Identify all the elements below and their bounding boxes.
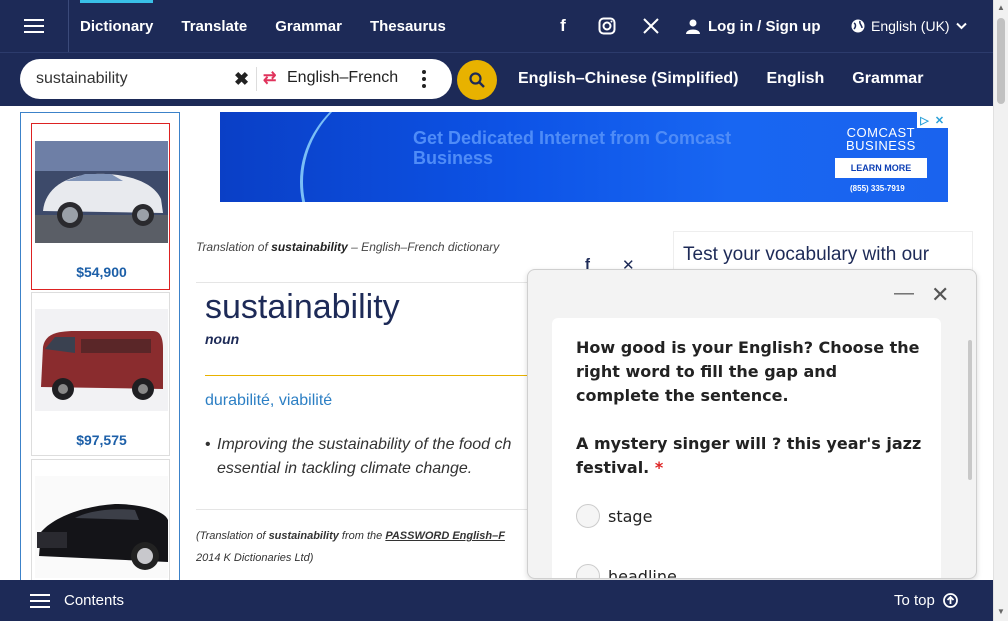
required-mark: * [654, 458, 664, 477]
example-line1: Improving the sustainability of the food… [217, 436, 512, 453]
caption-suffix: – English–French dictionary [347, 240, 500, 254]
nav-grammar[interactable]: Grammar [261, 0, 356, 52]
x-icon[interactable] [636, 11, 666, 41]
translation-caption: Translation of sustainability – English–… [196, 240, 499, 254]
car-price: $97,575 [76, 432, 127, 448]
user-icon [686, 19, 700, 34]
caption-word: sustainability [271, 240, 348, 254]
option-label: stage [608, 506, 653, 526]
language-selector[interactable]: English (UK) [851, 0, 967, 52]
hamburger-icon [30, 593, 50, 608]
learn-more-button[interactable]: LEARN MORE [835, 158, 927, 178]
search-box: ✖ ⇄ English–French [20, 59, 452, 99]
minimize-icon[interactable]: — [894, 282, 914, 305]
contents-label: Contents [64, 592, 125, 609]
nav-thesaurus[interactable]: Thesaurus [356, 0, 460, 52]
source-prefix: (Translation of [196, 530, 269, 542]
contents-button[interactable]: Contents [30, 580, 124, 621]
car-image [35, 309, 168, 411]
banner-phone: (855) 335-7919 [850, 184, 905, 193]
quiz-card: How good is your English? Choose the rig… [552, 318, 941, 579]
translation-link[interactable]: durabilité, viabilité [205, 392, 332, 410]
quiz-option[interactable]: stage [576, 504, 652, 528]
globe-icon [851, 19, 865, 33]
quiz-question-text: A mystery singer will ? this year's jazz… [576, 434, 922, 477]
example-line2: essential in tackling climate change. [217, 460, 473, 477]
radio-button[interactable] [576, 504, 600, 528]
source-attribution: (Translation of sustainability from the … [196, 525, 531, 569]
dictionary-subnav: English–Chinese (Simplified) English Gra… [518, 53, 923, 105]
arrow-up-circle-icon [942, 593, 958, 608]
source-line2: 2014 K Dictionaries Ltd) [196, 552, 314, 564]
bottom-bar: Contents To top [0, 580, 993, 621]
totop-label: To top [894, 592, 935, 609]
adchoices-icon[interactable]: ▷ [917, 112, 932, 128]
car-ad[interactable]: $97,575 [31, 292, 170, 456]
page-scrollbar[interactable]: ▲ ▼ [993, 0, 1008, 621]
example-sentence: • Improving the sustainability of the fo… [205, 433, 535, 481]
language-label: English (UK) [871, 18, 950, 34]
scroll-up-icon[interactable]: ▲ [997, 3, 1005, 12]
source-mid: from the [338, 530, 386, 542]
top-navigation-bar: Dictionary Translate Grammar Thesaurus f… [0, 0, 993, 52]
nav-translate[interactable]: Translate [167, 0, 261, 52]
car-ad[interactable]: $54,900 [31, 123, 170, 290]
car-image [35, 476, 168, 578]
source-link[interactable]: PASSWORD English–F [385, 530, 505, 542]
login-button[interactable]: Log in / Sign up [686, 0, 820, 52]
chevron-down-icon [955, 22, 967, 30]
login-label: Log in / Sign up [708, 17, 821, 35]
hamburger-icon [24, 19, 44, 33]
close-icon[interactable]: ✕ [931, 282, 949, 308]
quiz-question: A mystery singer will ? this year's jazz… [576, 432, 926, 480]
search-icon [469, 72, 485, 88]
car-image [35, 141, 168, 243]
subnav-english[interactable]: English [766, 70, 824, 88]
caption-prefix: Translation of [196, 240, 272, 254]
quiz-scrollbar[interactable] [968, 340, 972, 480]
source-word: sustainability [268, 530, 339, 542]
radio-button[interactable] [576, 564, 600, 578]
banner-headline: Get Dedicated Internet from Comcast Busi… [413, 128, 732, 168]
bullet: • [205, 436, 211, 453]
subnav-grammar[interactable]: Grammar [852, 70, 923, 88]
left-ad-column: $54,900 $97,575 [20, 112, 180, 582]
quiz-option[interactable]: headline [576, 564, 677, 579]
instagram-icon[interactable] [592, 11, 622, 41]
facebook-icon[interactable]: f [548, 11, 578, 41]
headword: sustainability [205, 288, 400, 326]
search-bar: ✖ ⇄ English–French English–Chinese (Simp… [0, 52, 993, 106]
ad-choices[interactable]: ▷ ✕ [917, 112, 948, 128]
more-options-icon[interactable] [418, 67, 430, 91]
option-label: headline [608, 566, 677, 579]
clear-search-icon[interactable]: ✖ [234, 69, 249, 90]
scrollbar-thumb[interactable] [997, 18, 1005, 104]
banner-brand: COMCAST BUSINESS [846, 126, 916, 152]
vocab-title: Test your vocabulary with our [683, 244, 930, 265]
divider [256, 67, 257, 91]
menu-button[interactable] [0, 0, 69, 52]
search-input[interactable] [36, 70, 236, 88]
banner-ad[interactable]: Get Dedicated Internet from Comcast Busi… [220, 112, 948, 202]
to-top-button[interactable]: To top [894, 580, 958, 621]
subnav-english-chinese[interactable]: English–Chinese (Simplified) [518, 70, 738, 88]
car-ad[interactable] [31, 459, 170, 581]
top-nav: Dictionary Translate Grammar Thesaurus [69, 0, 460, 52]
banner-brand-line2: BUSINESS [846, 138, 916, 153]
swap-language-icon[interactable]: ⇄ [263, 68, 276, 88]
quiz-popup: — ✕ How good is your English? Choose the… [527, 269, 977, 579]
dictionary-selector[interactable]: English–French [287, 69, 398, 87]
car-price: $54,900 [76, 264, 127, 280]
nav-dictionary[interactable]: Dictionary [69, 0, 167, 52]
search-button[interactable] [457, 60, 497, 100]
close-ad-icon[interactable]: ✕ [932, 112, 947, 128]
scroll-down-icon[interactable]: ▼ [997, 607, 1005, 616]
quiz-instructions: How good is your English? Choose the rig… [576, 338, 920, 405]
social-links: f [548, 0, 666, 52]
part-of-speech: noun [205, 331, 240, 347]
